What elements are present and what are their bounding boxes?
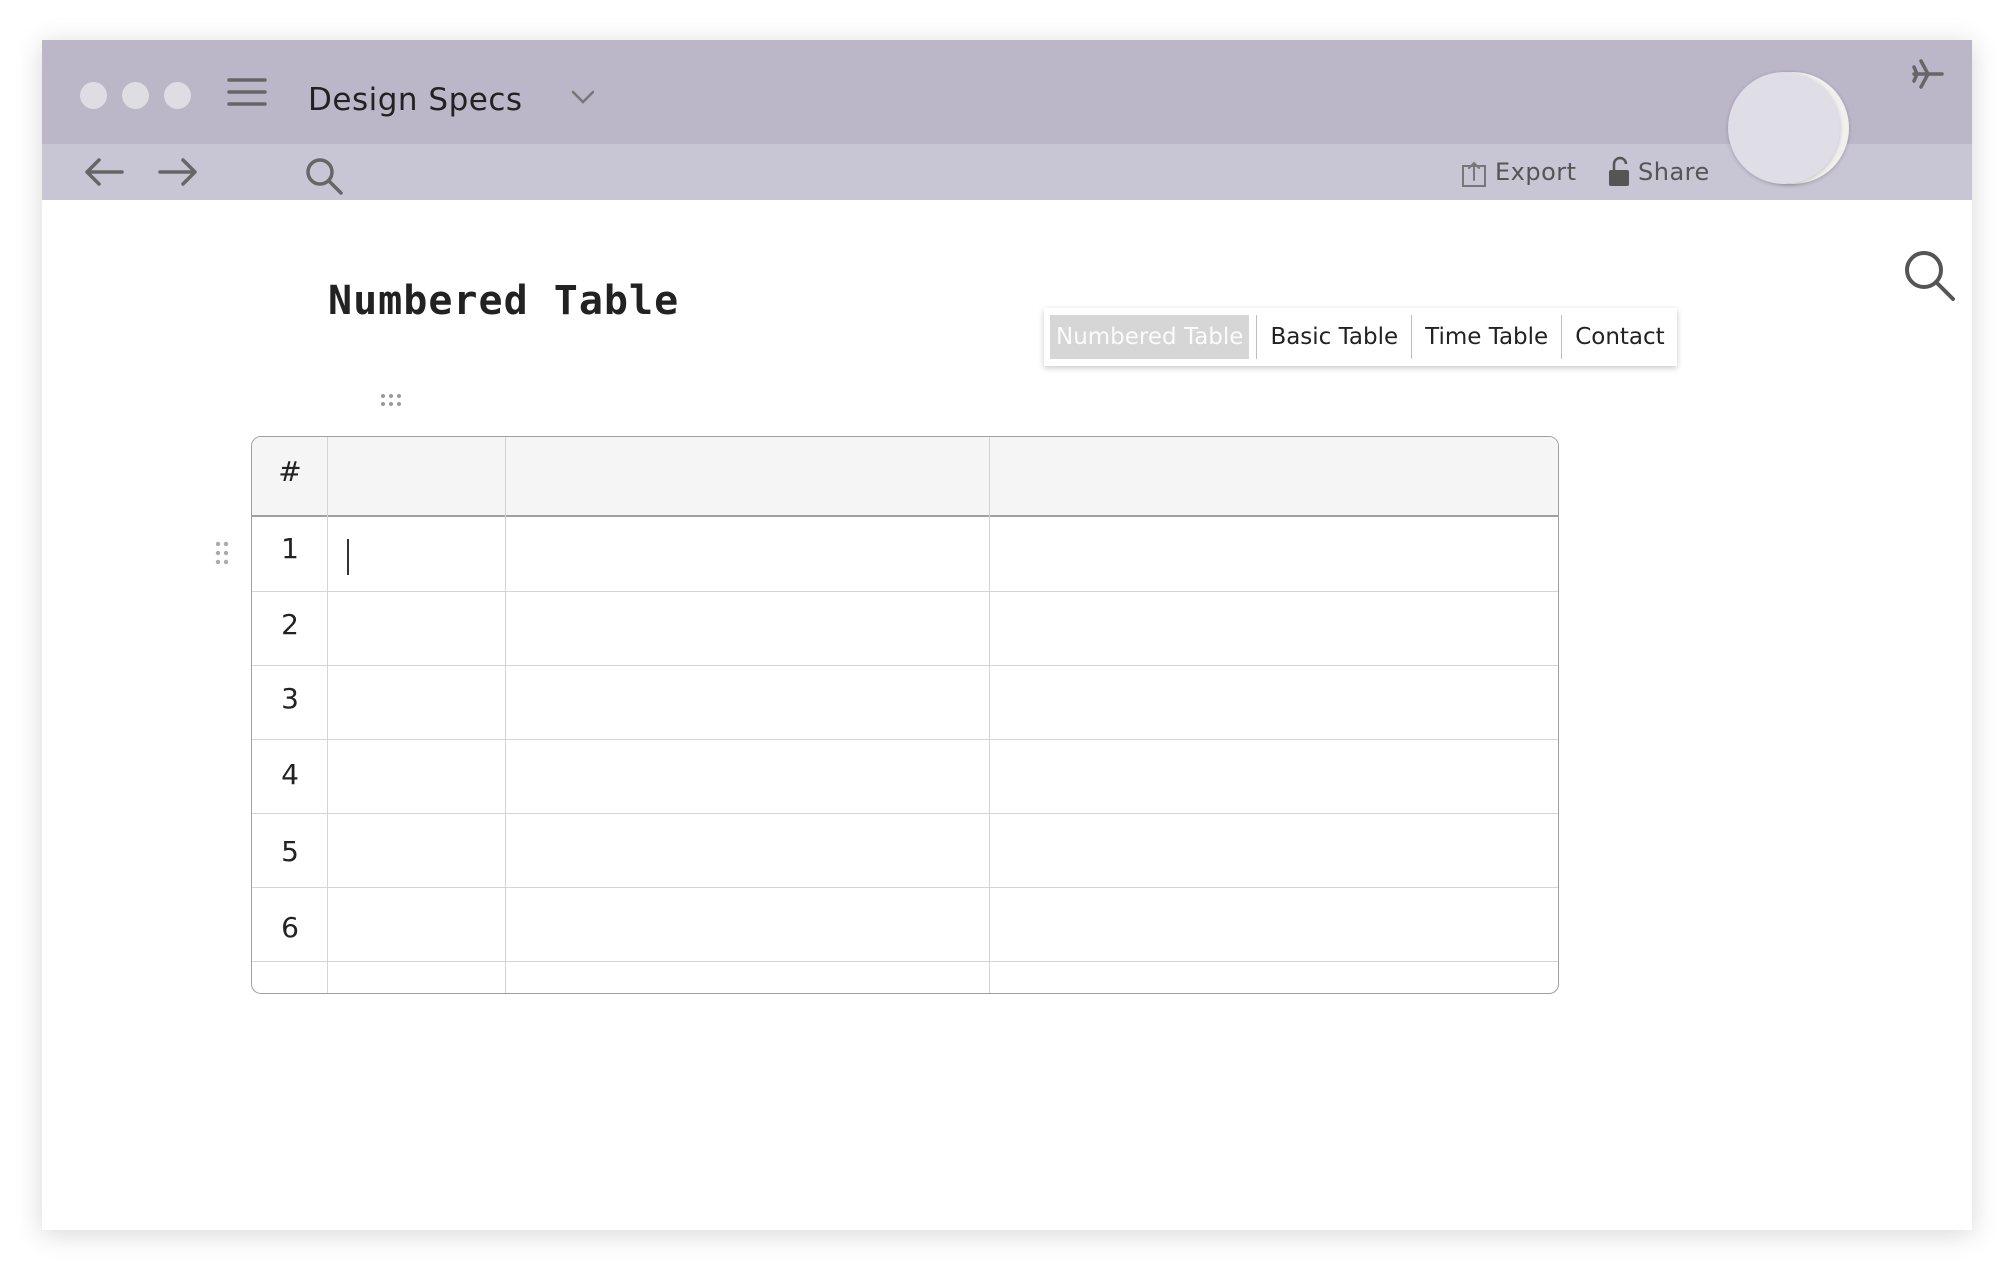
- row-divider: [252, 591, 1558, 592]
- share-button[interactable]: Share: [1638, 158, 1710, 186]
- row-divider: [252, 665, 1558, 666]
- search-icon[interactable]: [1902, 248, 1958, 304]
- document-title[interactable]: Design Specs: [308, 82, 523, 118]
- table-cell-active[interactable]: [328, 517, 506, 591]
- zoom-window-button[interactable]: [164, 82, 191, 109]
- template-tab-bar: Numbered Table Basic Table Time Table Co…: [1044, 308, 1677, 366]
- avatar[interactable]: [1728, 72, 1840, 184]
- close-window-button[interactable]: [80, 82, 107, 109]
- app-window: Design Specs Export Share Numbered Table: [42, 40, 1972, 1230]
- tab-time-table[interactable]: Time Table: [1419, 315, 1554, 359]
- row-number: 1: [281, 532, 299, 565]
- search-icon[interactable]: [304, 156, 346, 198]
- row-divider: [252, 887, 1558, 888]
- row-number: 4: [281, 758, 299, 791]
- row-number: 5: [281, 835, 299, 868]
- row-divider: [252, 961, 1558, 962]
- header-cell-number[interactable]: #: [252, 455, 328, 488]
- row-divider: [252, 813, 1558, 814]
- page-title: Numbered Table: [328, 278, 680, 324]
- row-number: 6: [281, 911, 299, 944]
- tab-divider: [1256, 315, 1258, 359]
- arrow-right-icon[interactable]: [156, 156, 200, 188]
- chevron-down-icon[interactable]: [570, 88, 596, 106]
- tab-divider: [1561, 315, 1563, 359]
- header-cell[interactable]: [990, 437, 1558, 515]
- export-button[interactable]: Export: [1495, 158, 1577, 186]
- hamburger-menu-icon[interactable]: [227, 76, 267, 108]
- header-cell[interactable]: [328, 437, 506, 515]
- header-cell[interactable]: [506, 437, 990, 515]
- minimize-window-button[interactable]: [122, 82, 149, 109]
- row-divider: [252, 739, 1558, 740]
- table-header-row: #: [252, 437, 1558, 517]
- text-cursor: [347, 539, 349, 575]
- arrow-left-icon[interactable]: [82, 156, 126, 188]
- tab-basic-table[interactable]: Basic Table: [1264, 315, 1404, 359]
- row-drag-handle-icon[interactable]: [214, 540, 230, 566]
- export-icon[interactable]: [1461, 160, 1487, 188]
- column-divider: [989, 437, 990, 993]
- airplane-icon[interactable]: [1910, 56, 1946, 92]
- lock-icon[interactable]: [1607, 156, 1631, 188]
- tab-contact[interactable]: Contact: [1569, 315, 1670, 359]
- row-number: 2: [281, 608, 299, 641]
- numbered-table: # 1 2 3 4 5 6: [251, 436, 1559, 994]
- tab-numbered-table[interactable]: Numbered Table: [1050, 315, 1250, 359]
- row-number: 3: [281, 682, 299, 715]
- table-drag-handle-icon[interactable]: [380, 392, 404, 408]
- tab-divider: [1411, 315, 1413, 359]
- title-bar: Design Specs: [42, 40, 1972, 144]
